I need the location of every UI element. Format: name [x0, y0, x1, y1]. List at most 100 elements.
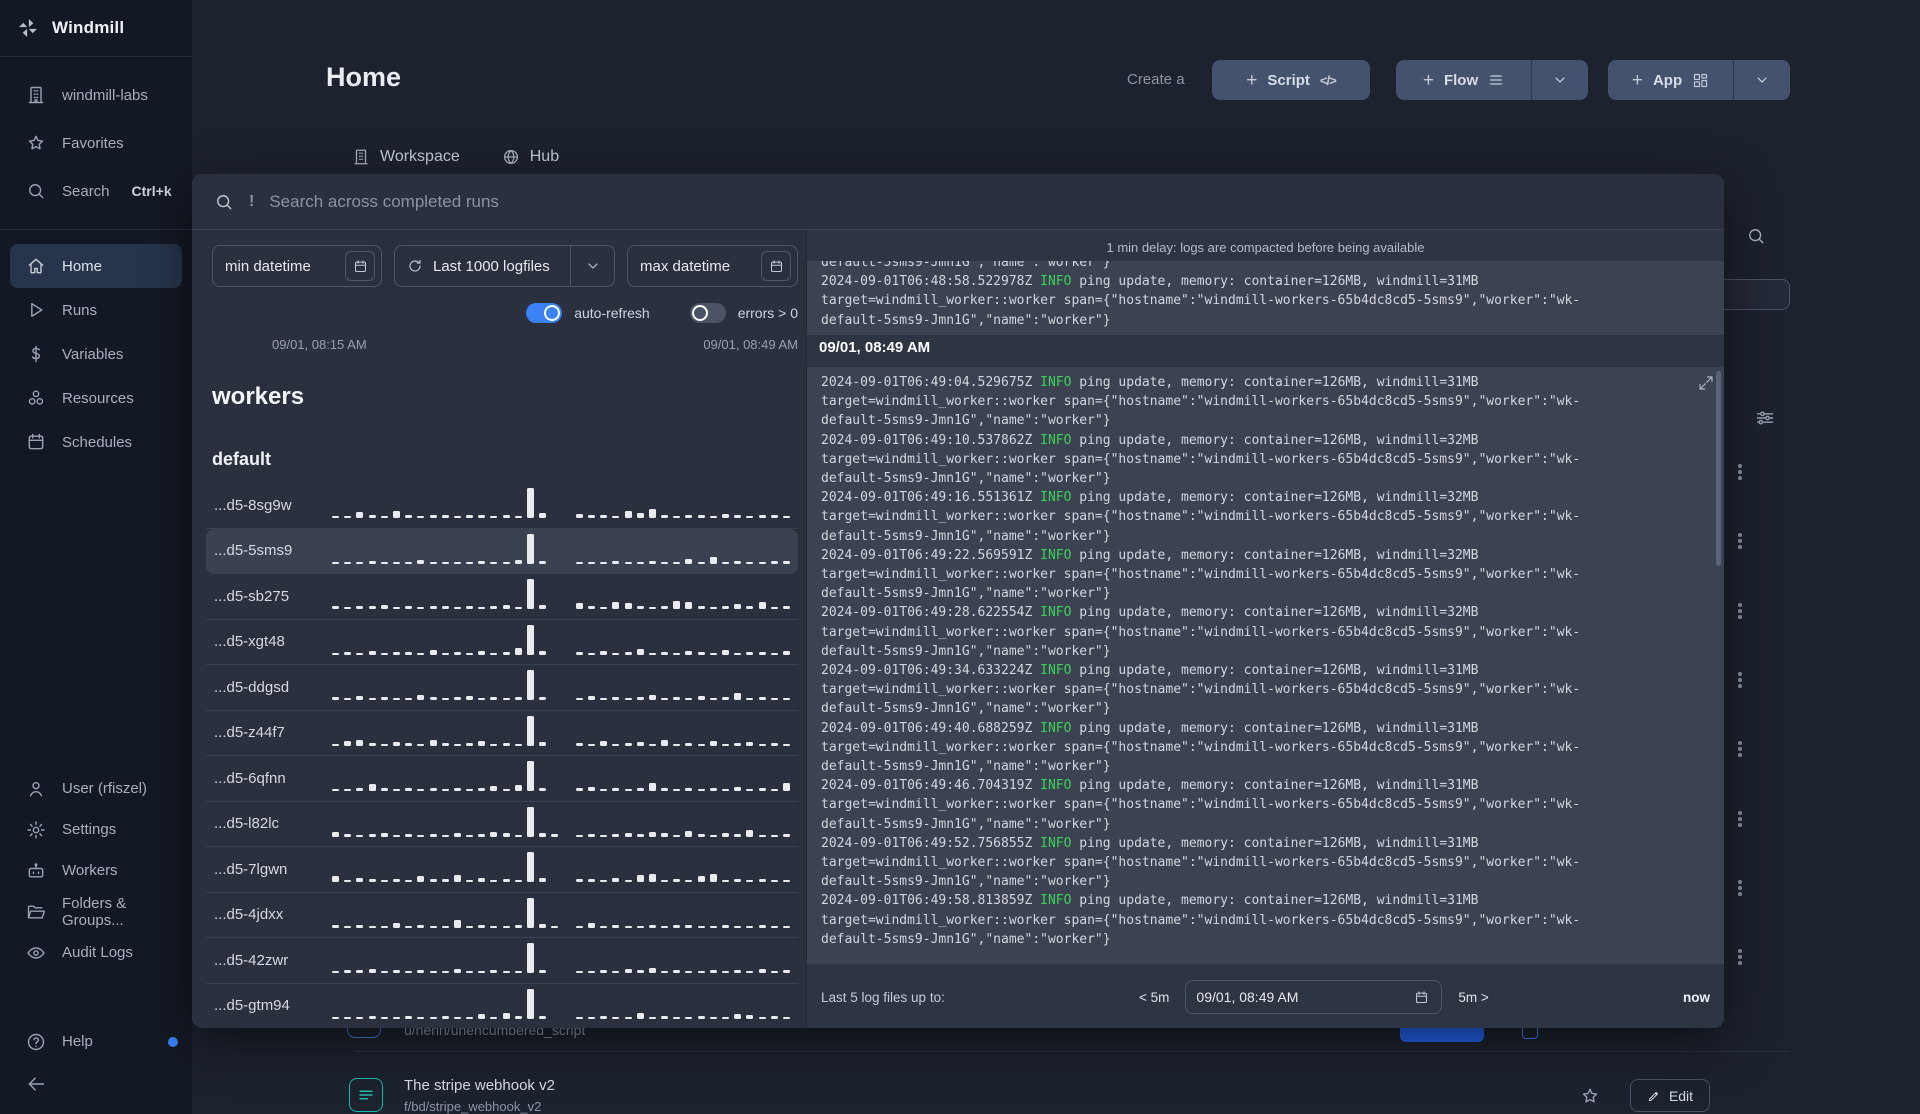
sidebar-item-help[interactable]: Help [0, 1021, 192, 1062]
log-line: default-5sms9-Jmn1G","name":"worker"} [821, 413, 1111, 429]
row-menu-kebab[interactable] [1731, 739, 1749, 759]
sidebar-item-home[interactable]: Home [10, 244, 182, 288]
log-level: INFO [1040, 778, 1072, 794]
row-menu-kebab[interactable] [1731, 601, 1749, 621]
log-line: default-5sms9-Jmn1G","name":"worker"} [821, 643, 1111, 659]
row-menu-kebab[interactable] [1731, 462, 1749, 482]
sidebar-item-schedules[interactable]: Schedules [0, 420, 192, 464]
notification-dot [168, 1036, 178, 1047]
chevron-down-icon[interactable] [570, 246, 614, 286]
time-range-row: 09/01, 08:15 AM 09/01, 08:49 AM [272, 337, 798, 352]
sidebar-item-folders-groups[interactable]: Folders & Groups... [0, 891, 192, 932]
worker-row[interactable]: ...d5-7lgwn [206, 847, 798, 893]
calendar-icon-button[interactable] [1409, 985, 1433, 1009]
create-flow-button[interactable]: + Flow [1396, 60, 1531, 100]
worker-activity-sparkline [332, 487, 790, 523]
log-level: INFO [1040, 375, 1072, 390]
log-level: INFO [1040, 547, 1072, 563]
worker-row[interactable]: ...d5-5sms9 [206, 528, 798, 574]
errors-label: errors > 0 [737, 305, 798, 321]
brand-name: Windmill [52, 18, 125, 37]
log-line: target=windmill_worker::worker span={"ho… [821, 293, 1581, 309]
worker-row[interactable]: ...d5-6qfnn [206, 756, 798, 802]
sidebar-item-label: Audit Logs [62, 944, 133, 961]
worker-row[interactable]: ...d5-sb275 [206, 574, 798, 620]
min-datetime-input[interactable]: min datetime [212, 245, 382, 287]
errors-toggle[interactable] [689, 303, 726, 323]
sidebar-item-runs[interactable]: Runs [0, 288, 192, 332]
calendar-icon-button[interactable] [761, 251, 791, 281]
sidebar-item-favorites[interactable]: Favorites [0, 119, 192, 167]
tab-hub[interactable]: Hub [502, 148, 559, 166]
back-5m-button[interactable]: < 5m [1139, 990, 1169, 1005]
sidebar-item-search[interactable]: Search Ctrl+k [0, 167, 192, 215]
row-menu-kebab[interactable] [1731, 531, 1749, 551]
row-menu-kebab[interactable] [1731, 947, 1749, 967]
worker-activity-sparkline [332, 806, 790, 842]
worker-row[interactable]: ...d5-xgt48 [206, 620, 798, 665]
log-datetime-input[interactable]: 09/01, 08:49 AM [1185, 980, 1443, 1014]
calendar-icon-button[interactable] [345, 251, 375, 281]
worker-row[interactable]: ...d5-gtm94 [206, 984, 798, 1029]
worker-row[interactable]: ...d5-8sg9w [206, 483, 798, 529]
log-level: INFO [1040, 605, 1072, 621]
tab-hub-label: Hub [529, 148, 560, 165]
log-line: target=windmill_worker::worker span={"ho… [821, 509, 1581, 525]
create-app-button[interactable]: + App [1608, 60, 1733, 100]
sidebar-item-variables[interactable]: Variables [0, 332, 192, 376]
tab-workspace[interactable]: Workspace [352, 148, 460, 166]
create-flow-dropdown-button[interactable] [1531, 60, 1588, 100]
filter-sliders-icon[interactable] [1755, 408, 1775, 428]
log-line: default-5sms9-Jmn1G","name":"worker"} [821, 816, 1111, 832]
range-end: 09/01, 08:49 AM [703, 337, 798, 352]
sidebar-item-label: Resources [62, 389, 134, 407]
list-divider [355, 1051, 1790, 1052]
worker-row[interactable]: ...d5-4jdxx [206, 893, 798, 938]
now-button[interactable]: now [1683, 990, 1710, 1005]
brand[interactable]: Windmill [0, 0, 192, 57]
log-line: default-5sms9-Jmn1G","name":"worker"} [821, 586, 1111, 602]
sidebar-item-resources[interactable]: Resources [0, 376, 192, 420]
forward-5m-button[interactable]: 5m > [1458, 990, 1488, 1005]
auto-refresh-toggle[interactable] [526, 303, 563, 323]
worker-name: ...d5-gtm94 [214, 997, 290, 1015]
sidebar-item-label: windmill-labs [62, 86, 148, 104]
worker-name: ...d5-42zwr [214, 951, 289, 969]
sidebar-item-windmill-labs[interactable]: windmill-labs [0, 71, 192, 119]
search-icon [29, 184, 44, 199]
create-app-dropdown-button[interactable] [1733, 60, 1790, 100]
log-scrollbar-thumb[interactable] [1716, 371, 1721, 566]
sidebar-item-user[interactable]: User (rfiszel) [0, 768, 192, 809]
worker-name: ...d5-7lgwn [214, 860, 288, 878]
create-script-button[interactable]: + Script </> [1212, 60, 1370, 100]
row-menu-kebab[interactable] [1731, 809, 1749, 829]
sidebar-item-audit-logs[interactable]: Audit Logs [0, 932, 192, 973]
max-datetime-input[interactable]: max datetime [627, 245, 798, 287]
item-title[interactable]: The stripe webhook v2 [404, 1077, 555, 1094]
row-menu-kebab[interactable] [1731, 670, 1749, 690]
cubes-icon [28, 390, 44, 405]
search-input[interactable] [269, 191, 1702, 212]
favorite-star-icon[interactable] [1580, 1086, 1600, 1106]
worker-row[interactable]: ...d5-42zwr [206, 938, 798, 984]
sidebar-item-label: Home [62, 257, 103, 275]
edit-button[interactable]: Edit [1630, 1079, 1710, 1112]
logfiles-select[interactable]: Last 1000 logfiles [394, 245, 615, 287]
worker-row[interactable]: ...d5-l82lc [206, 802, 798, 847]
sidebar: Windmill windmill-labs Favorites Search … [0, 0, 192, 1114]
expand-icon[interactable] [1698, 375, 1714, 391]
sidebar-item-settings[interactable]: Settings [0, 809, 192, 850]
row-menu-kebab[interactable] [1731, 878, 1749, 898]
worker-row[interactable]: ...d5-z44f7 [206, 711, 798, 756]
sidebar-item-label: Search [62, 182, 110, 200]
log-line: default-5sms9-Jmn1G","name":"worker"} [821, 528, 1111, 544]
worker-name: ...d5-5sms9 [214, 542, 293, 560]
log-line: default-5sms9-Jmn1G","name":"worker"} [821, 759, 1111, 775]
modal-search-bar: ! [192, 174, 1724, 230]
worker-activity-sparkline [332, 578, 790, 614]
worker-row[interactable]: ...d5-ddgsd [206, 665, 798, 711]
worker-activity-sparkline [332, 533, 790, 569]
sidebar-item-workers[interactable]: Workers [0, 850, 192, 891]
search-icon[interactable] [1746, 226, 1766, 246]
sidebar-collapse-button[interactable] [0, 1062, 192, 1106]
